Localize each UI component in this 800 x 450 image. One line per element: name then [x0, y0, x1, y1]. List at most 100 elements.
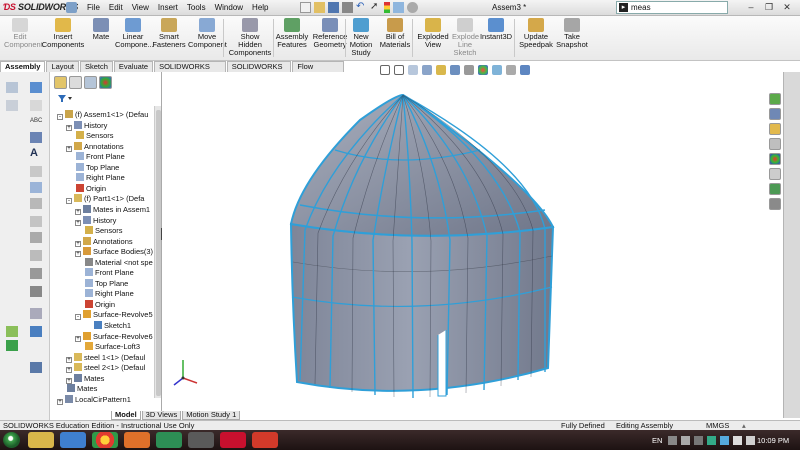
tool-icon-18[interactable] — [30, 362, 42, 373]
tree-item[interactable]: Sensors — [66, 131, 114, 141]
linear-pattern-button[interactable]: Linear Compone... — [115, 18, 154, 49]
tree-item[interactable]: Material <not spe — [75, 257, 153, 268]
network-icon[interactable] — [746, 436, 755, 445]
tree-item[interactable]: Origin — [75, 299, 115, 310]
new-document-icon[interactable] — [300, 2, 311, 13]
tool-icon-1[interactable] — [6, 82, 18, 93]
edit-appearance-icon[interactable] — [478, 65, 488, 75]
view-orientation-icon[interactable] — [436, 65, 446, 75]
model-view[interactable] — [162, 72, 769, 408]
traffic-light-icon[interactable] — [384, 2, 390, 13]
tree-item[interactable]: + steel 1<1> (Defaul — [66, 352, 145, 363]
expand-icon[interactable]: + — [66, 145, 72, 152]
taskbar-solidworks-icon[interactable] — [220, 432, 246, 448]
tree-item[interactable]: + History — [75, 215, 116, 226]
tab-layout[interactable]: Layout — [46, 61, 79, 72]
tree-item[interactable]: + History — [66, 120, 107, 131]
print-icon[interactable] — [342, 2, 353, 13]
expand-icon[interactable]: + — [57, 398, 63, 405]
exploded-view-button[interactable]: Exploded View — [416, 18, 450, 49]
restore-icon[interactable]: ❐ — [760, 1, 778, 14]
undo-icon[interactable]: ↶ — [356, 2, 367, 13]
show-hidden-button[interactable]: Show Hidden Components — [227, 18, 273, 57]
tab-solidworks-mbd[interactable]: SOLIDWORKS MBD — [226, 61, 292, 81]
tab-model[interactable]: Model — [111, 411, 141, 420]
menu-insert[interactable]: Insert — [158, 3, 178, 12]
expand-icon[interactable]: + — [75, 335, 81, 342]
collapse-icon[interactable]: - — [66, 198, 72, 205]
view-palette-icon[interactable] — [769, 138, 781, 150]
taskbar-browser-icon[interactable] — [92, 432, 118, 448]
move-component-button[interactable]: Move Component — [188, 18, 227, 49]
save-icon[interactable] — [328, 2, 339, 13]
select-icon[interactable]: ➚ — [370, 2, 381, 13]
scene-icon[interactable] — [492, 65, 502, 75]
close-icon[interactable]: ✕ — [778, 1, 796, 14]
zoom-area-icon[interactable] — [394, 65, 404, 75]
tool-icon-11[interactable] — [30, 250, 42, 261]
graphics-area[interactable] — [162, 72, 769, 408]
tool-icon-7[interactable] — [30, 182, 42, 193]
tool-icon-10[interactable] — [30, 232, 42, 243]
minimize-icon[interactable]: – — [742, 1, 760, 14]
units-chevron-icon[interactable]: ▴ — [742, 421, 746, 430]
tree-item[interactable]: Right Plane — [75, 289, 134, 299]
hide-show-icon[interactable] — [464, 65, 474, 75]
menu-file[interactable]: File — [87, 3, 100, 12]
tray-icon-3[interactable] — [694, 436, 703, 445]
tree-item[interactable]: - (f) Part1<1> (Defa — [66, 194, 144, 205]
tree-item[interactable]: + steel 2<1> (Defaul — [66, 363, 145, 374]
tree-item[interactable]: Mates — [57, 384, 97, 394]
taskbar-explorer-icon[interactable] — [28, 432, 54, 448]
tab-solidworks-add-ins[interactable]: SOLIDWORKS Add-Ins — [154, 61, 226, 81]
tray-icon-5[interactable] — [720, 436, 729, 445]
language-indicator[interactable]: EN — [652, 436, 662, 445]
resources-icon[interactable] — [769, 93, 781, 105]
tree-item[interactable]: - (f) Assem1<1> (Defau — [57, 110, 148, 120]
tree-item[interactable]: Surface-Loft3 — [75, 342, 140, 352]
text-icon[interactable]: A — [30, 148, 42, 159]
tree-item[interactable]: + Surface Bodies(3) — [75, 247, 153, 258]
spell-check-icon[interactable]: ABC — [30, 116, 42, 127]
motion-study-button[interactable]: New Motion Study — [348, 18, 374, 57]
tab-sketch[interactable]: Sketch — [79, 61, 113, 72]
options-icon[interactable] — [407, 2, 418, 13]
tree-item[interactable]: + Mates in Assem1 — [75, 204, 150, 215]
tool-icon-12[interactable] — [30, 268, 42, 279]
insert-components-button[interactable]: Insert Components — [40, 18, 86, 49]
expand-icon[interactable]: + — [75, 251, 81, 258]
tree-item[interactable]: Right Plane — [66, 173, 125, 183]
start-button-icon[interactable] — [3, 432, 20, 448]
tree-scrollbar[interactable] — [154, 106, 161, 398]
expand-icon[interactable]: + — [66, 124, 72, 131]
display-tab-icon[interactable] — [99, 76, 112, 89]
config-tab-icon[interactable] — [84, 76, 97, 89]
edit-component-button[interactable]: Edit Component — [4, 18, 43, 49]
snapshot-button[interactable]: Take Snapshot — [555, 18, 589, 49]
expand-icon[interactable]: + — [66, 356, 72, 363]
tree-item[interactable]: Top Plane — [75, 278, 128, 289]
taskbar-media-icon[interactable] — [60, 432, 86, 448]
expand-icon[interactable]: + — [66, 367, 72, 374]
taskbar-app-icon[interactable] — [124, 432, 150, 448]
file-explorer-icon[interactable] — [769, 123, 781, 135]
tree-item[interactable]: + Annotations — [75, 236, 133, 247]
instant3d-button[interactable]: Instant3D — [479, 18, 513, 41]
tray-icon-2[interactable] — [681, 436, 690, 445]
rebuild-icon[interactable] — [393, 2, 404, 13]
taskbar-app-icon-2[interactable] — [156, 432, 182, 448]
tray-icon-4[interactable] — [707, 436, 716, 445]
clock[interactable]: 10:09 PM — [757, 436, 789, 445]
menu-view[interactable]: View — [132, 3, 149, 12]
tab-motion-study-1[interactable]: Motion Study 1 — [182, 411, 241, 420]
custom-properties-icon[interactable] — [769, 168, 781, 180]
previous-view-icon[interactable] — [408, 65, 418, 75]
view-settings-icon[interactable] — [506, 65, 516, 75]
tree-item[interactable]: + Annotations — [66, 141, 124, 152]
tab-flow-simulation[interactable]: Flow Simulation — [292, 61, 344, 81]
display-style-icon[interactable] — [450, 65, 460, 75]
tree-item[interactable]: Front Plane — [75, 268, 134, 278]
open-icon[interactable] — [314, 2, 325, 13]
bill-of-materials-button[interactable]: Bill of Materials — [377, 18, 413, 49]
appearances-icon[interactable] — [769, 153, 781, 165]
